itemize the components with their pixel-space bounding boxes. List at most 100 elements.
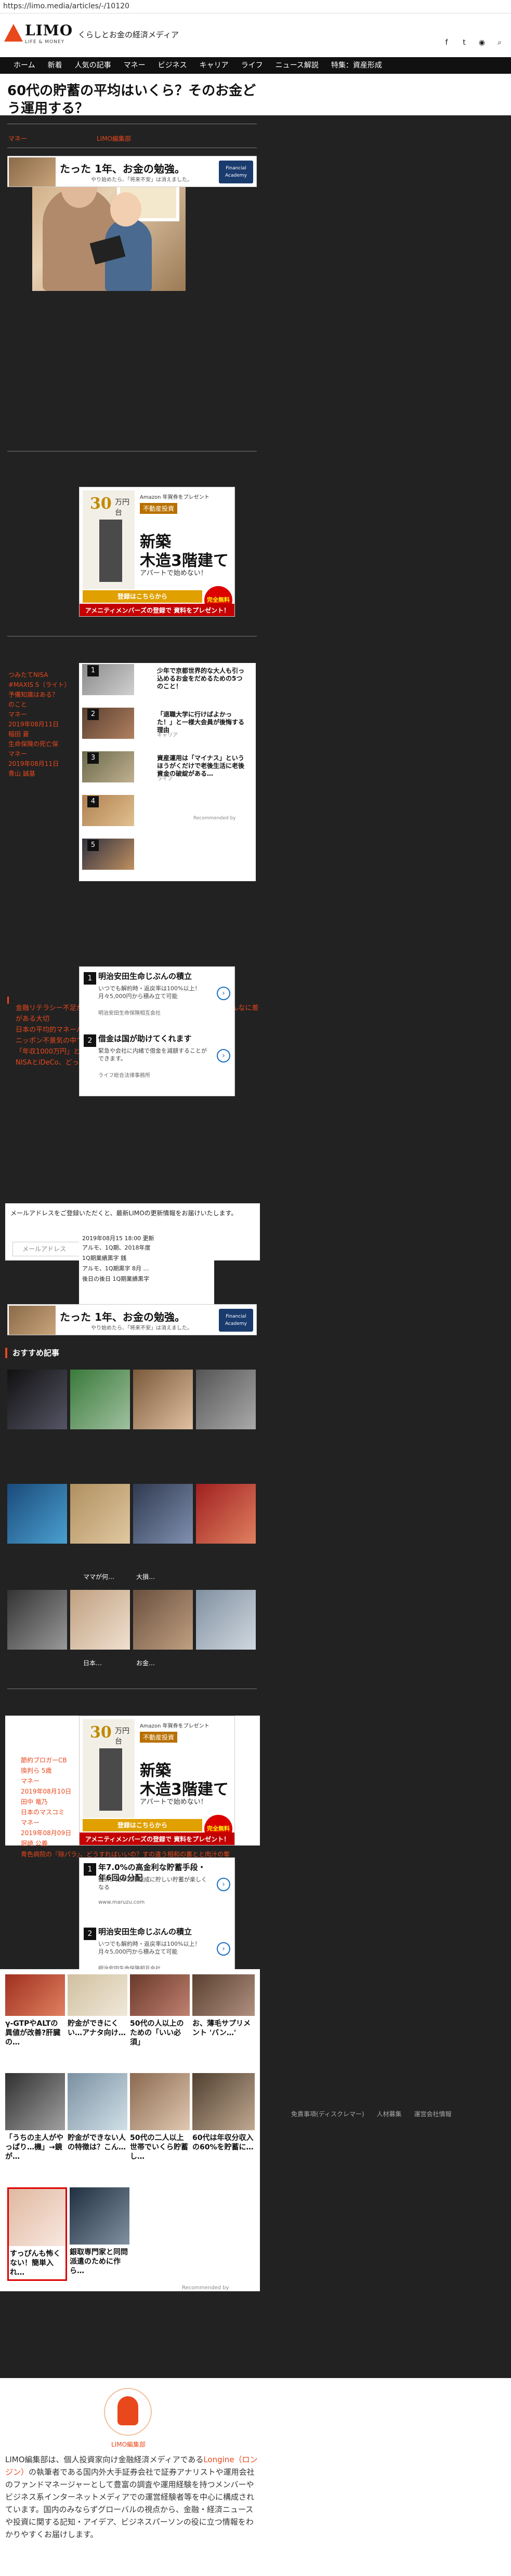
nav-home[interactable]: ホーム bbox=[7, 57, 42, 74]
tile-label[interactable]: 大損… bbox=[136, 1572, 155, 1581]
related-item[interactable]: マネー bbox=[21, 1817, 78, 1828]
related-item[interactable]: マネー bbox=[8, 749, 86, 759]
related-item[interactable]: 節約ブロガーCB bbox=[21, 1755, 78, 1765]
native-num: 1 bbox=[87, 665, 99, 676]
tile-label[interactable]: ママが何… bbox=[83, 1572, 114, 1581]
native-item[interactable]: 2 「退職大学に行けばよかった！」と一様大会員が後悔する理由 キャリア bbox=[79, 707, 256, 740]
related-item[interactable]: 稲田 蒼 bbox=[8, 729, 86, 739]
tile-label[interactable]: お金… bbox=[136, 1658, 155, 1667]
header-icon-group: f t ◉ ⌕ bbox=[442, 38, 504, 47]
related-item[interactable]: 青山 誠基 bbox=[8, 769, 86, 779]
article-title-block: 60代の貯蓄の平均はいくら？そのお金どう運用する？ bbox=[0, 74, 511, 116]
ad-bottom-bar: アメニティメンバーズの登録で 資料をプレゼント！ bbox=[80, 604, 234, 616]
recommend-card[interactable]: 「うちの主人がやっぱり…機」→鏡が… bbox=[5, 2073, 65, 2172]
recommend-tile[interactable] bbox=[7, 1484, 67, 1544]
ad-cta-button[interactable]: 登録はこちらから bbox=[83, 590, 202, 603]
related-item[interactable]: マネー bbox=[8, 710, 86, 720]
related-item[interactable]: #MAXIS S（ライト） bbox=[8, 680, 86, 690]
related-item[interactable]: つみたてNISA bbox=[8, 670, 86, 680]
recommend-tile[interactable] bbox=[70, 1590, 130, 1650]
recommend-card[interactable]: 60代は年収分収入の60%を貯蓄に… bbox=[192, 2073, 255, 2172]
footer-link-disclaimer[interactable]: 免責事項(ディスクレマー) bbox=[291, 2109, 364, 2118]
footer-link-company[interactable]: 運営会社情報 bbox=[414, 2109, 452, 2118]
recommend-card[interactable]: 50代の人以上のための「いい必須」 bbox=[130, 1974, 190, 2047]
related-item[interactable]: 堀崎 公義 bbox=[21, 1838, 78, 1849]
mini-news-item[interactable]: アルモ、1Q期黒字 8月 … bbox=[82, 1265, 212, 1272]
recommend-tile[interactable] bbox=[70, 1370, 130, 1429]
native-source: ライフ bbox=[157, 776, 173, 782]
footer-links: 免責事項(ディスクレマー) 人材募集 運営会社情報 bbox=[291, 2109, 452, 2118]
recommend-tile[interactable] bbox=[70, 1484, 130, 1544]
recommend-card[interactable]: 貯金ができない人の特徴は？こん… bbox=[68, 2073, 127, 2172]
twitter-icon[interactable]: t bbox=[460, 38, 468, 47]
ad-pill: 不動産投資 bbox=[140, 1732, 178, 1743]
ad-tower: 30 万円台 bbox=[83, 490, 135, 589]
square-ad[interactable]: 30 万円台 Amazon 年賀券をプレゼント 不動産投資 新築 木造3階建て … bbox=[79, 487, 235, 617]
nav-new[interactable]: 新着 bbox=[42, 57, 69, 74]
banner-ad-repeat[interactable]: たった 1年、お金の勉強。 やり始めたら、「将来不安」は消えました。 Finan… bbox=[7, 1304, 257, 1335]
nav-business[interactable]: ビジネス bbox=[152, 57, 193, 74]
native-item[interactable]: 4 bbox=[79, 794, 256, 827]
recommend-tile[interactable] bbox=[7, 1590, 67, 1650]
nav-career[interactable]: キャリア bbox=[193, 57, 235, 74]
nav-life[interactable]: ライフ bbox=[235, 57, 269, 74]
recommend-card[interactable]: お、薄毛サプリメント 'バン…' bbox=[192, 1974, 255, 2047]
related-item[interactable]: 換判ら 5歳 bbox=[21, 1765, 78, 1776]
rss-icon[interactable]: ◉ bbox=[478, 38, 486, 47]
recommend-card[interactable]: 50代の二人以上世帯でいくら貯蓄し… bbox=[130, 2073, 190, 2172]
card-image bbox=[5, 1974, 65, 2016]
rect-ad-row[interactable]: 1 明治安田生命じぶんの積立 いつでも解約時・返戻率は100%以上！月々5,00… bbox=[80, 967, 235, 1024]
recommend-card[interactable]: すっぴんも怖くない！簡単入れ… bbox=[7, 2187, 67, 2281]
native-item[interactable]: 1 少年で京都世界的な大人も引っ込めるお金をだめるための5つのこと！ bbox=[79, 663, 256, 696]
mini-news-item[interactable]: アルモ、1Q期、2018年度 bbox=[82, 1244, 212, 1252]
recommend-tile[interactable] bbox=[133, 1484, 193, 1544]
nav-feature[interactable]: 特集：資産形成 bbox=[325, 57, 388, 74]
address-bar[interactable]: https://limo.media/articles/-/10120 bbox=[0, 0, 511, 14]
related-item[interactable]: マネー bbox=[21, 1776, 78, 1786]
recommend-card[interactable]: 貯金ができにくい…アナタ向け… bbox=[68, 1974, 127, 2047]
chevron-right-icon[interactable]: › bbox=[217, 987, 230, 1000]
native-item[interactable]: 5 bbox=[79, 838, 256, 871]
native-item[interactable]: 3 資産運用は「マイナス」というほうがくだけで老後生活に老後資金の破綻がある… … bbox=[79, 750, 256, 784]
square-ad-repeat[interactable]: 30 万円台 Amazon 年賀券をプレゼント 不動産投資 新築 木造3階建て … bbox=[79, 1716, 235, 1845]
nav-news[interactable]: ニュース解説 bbox=[269, 57, 325, 74]
rect-ad-title: 明治安田生命じぶんの積立 bbox=[98, 972, 192, 981]
nav-popular[interactable]: 人気の記事 bbox=[69, 57, 117, 74]
facebook-icon[interactable]: f bbox=[442, 38, 451, 47]
rect-ad-row[interactable]: 2 借金は国が助けてくれます 緊急や会社に内緒で借金を減額することができます。 … bbox=[80, 1029, 235, 1086]
chevron-right-icon[interactable]: › bbox=[217, 1878, 230, 1891]
chevron-right-icon[interactable]: › bbox=[217, 1942, 230, 1956]
site-logo[interactable]: LIMO LIFE & MONEY bbox=[4, 21, 72, 50]
article-author[interactable]: LIMO編集部 bbox=[97, 134, 131, 143]
mini-news-item[interactable]: 1Q期業績黒字 銭 bbox=[82, 1254, 212, 1262]
recommend-tile[interactable] bbox=[196, 1370, 256, 1429]
rect-ad-row[interactable]: 1 年7.0%の高金利な貯蓄手段・年6回の分配 返済、元本目標達成に貯しい貯蓄が… bbox=[80, 1858, 235, 1915]
related-item[interactable]: 予備知識はある？ bbox=[8, 690, 86, 700]
article-category[interactable]: マネー bbox=[8, 134, 27, 143]
related-item[interactable]: 田中 竜乃 bbox=[21, 1797, 78, 1807]
search-icon[interactable]: ⌕ bbox=[495, 38, 504, 47]
chevron-right-icon[interactable]: › bbox=[217, 1049, 230, 1063]
recommend-tile[interactable] bbox=[7, 1370, 67, 1429]
recommend-tile[interactable] bbox=[133, 1590, 193, 1650]
related-item[interactable]: のこと bbox=[8, 700, 86, 710]
top-banner-ad[interactable]: たった 1年、お金の勉強。 やり始めたら、「将来不安」は消えました。 Finan… bbox=[7, 156, 257, 187]
recommend-tile[interactable] bbox=[196, 1484, 256, 1544]
ad-cta-button[interactable]: 登録はこちらから bbox=[83, 1819, 202, 1831]
nav-money[interactable]: マネー bbox=[117, 57, 152, 74]
recommend-tile[interactable] bbox=[196, 1590, 256, 1650]
rectangle-ad[interactable]: 1 明治安田生命じぶんの積立 いつでも解約時・返戻率は100%以上！月々5,00… bbox=[79, 966, 235, 1096]
banner-photo bbox=[9, 157, 56, 187]
related-item[interactable]: 日本のマスコミ bbox=[21, 1807, 78, 1817]
footer-link-recruit[interactable]: 人材募集 bbox=[377, 2109, 402, 2118]
editor-name[interactable]: LIMO編集部 bbox=[111, 2440, 146, 2449]
rect-ad-num: 1 bbox=[84, 972, 96, 985]
mini-news-item[interactable]: 後日の後日 1Q期業績黒字 bbox=[82, 1275, 212, 1283]
recommend-card[interactable]: 銀取専門家と同問 派遣のために作ら… bbox=[70, 2187, 129, 2281]
banner-brand: Financial Academy bbox=[219, 161, 253, 183]
hero-child-head bbox=[110, 192, 141, 227]
related-item[interactable]: 生命保険の死亡保 bbox=[8, 739, 86, 749]
tile-label[interactable]: 日本… bbox=[83, 1658, 102, 1667]
recommend-card[interactable]: γ-GTPやALTの異値が改善?肝臓の… bbox=[5, 1974, 65, 2047]
recommend-tile[interactable] bbox=[133, 1370, 193, 1429]
